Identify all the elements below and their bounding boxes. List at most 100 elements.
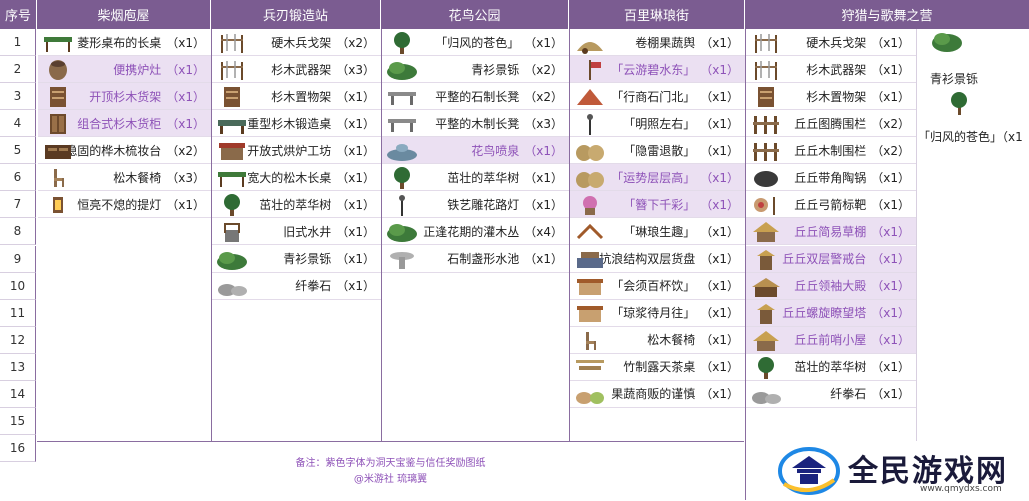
item-name: 花鸟喷泉 xyxy=(471,143,520,158)
row-number: 15 xyxy=(0,407,36,435)
item-cell: 硬木兵戈架 （x1） xyxy=(746,29,916,56)
tree-icon xyxy=(758,356,774,379)
item-quantity: （x1） xyxy=(524,35,563,50)
stove-icon xyxy=(49,60,67,81)
item-quantity: （x1） xyxy=(871,279,910,294)
divider xyxy=(569,29,570,441)
item-name: 恒亮不熄的提灯 xyxy=(77,197,162,212)
logo-url: www.qmydxs.com xyxy=(920,484,1002,494)
item-cell: 旧式水井 （x1） xyxy=(212,218,381,246)
item-quantity: （x1） xyxy=(700,306,739,321)
item-quantity: （x1） xyxy=(700,62,739,77)
forge-table-icon xyxy=(218,120,246,135)
row-number: 6 xyxy=(0,164,36,192)
item-name: 「行商石门北」 xyxy=(611,89,696,104)
header-column-1: 柴烟庖屋 xyxy=(37,0,211,29)
weapon-rack-icon xyxy=(221,61,243,81)
item-name: 纤拳石 xyxy=(295,279,332,294)
item-name: 铁艺雕花路灯 xyxy=(447,197,520,212)
item-cell: 丘丘前哨小屋 （x1） xyxy=(746,326,916,354)
bush-icon xyxy=(387,224,417,243)
item-cell: 「会须百杯饮」 （x1） xyxy=(570,273,745,300)
item-quantity: （x1） xyxy=(166,89,205,104)
tea-table-icon xyxy=(576,359,604,370)
weapon-rack-icon xyxy=(221,34,243,53)
item-quantity: （x1） xyxy=(524,143,563,158)
table-icon xyxy=(44,37,72,52)
item-name: 丘丘简易草棚 xyxy=(794,224,867,239)
item-quantity: （x1） xyxy=(166,116,205,131)
row-number: 9 xyxy=(0,245,36,273)
logo-emblem-icon xyxy=(778,447,840,495)
item-quantity: （x1） xyxy=(524,197,563,212)
item-name: 丘丘图腾围栏 xyxy=(794,116,867,131)
item-quantity: （x1） xyxy=(336,170,375,185)
item-cell: 纤拳石 （x1） xyxy=(212,273,381,300)
item-cell: 开放式烘炉工坊 （x1） xyxy=(212,137,381,165)
table-icon xyxy=(218,172,246,188)
item-name: 菱形桌布的长桌 xyxy=(77,35,162,50)
item-quantity: （x1） xyxy=(871,360,910,375)
item-name: 丘丘前哨小屋 xyxy=(794,333,867,348)
item-quantity: （x1） xyxy=(700,252,739,266)
item-quantity: （x1） xyxy=(700,360,739,375)
tree-icon xyxy=(951,92,967,115)
item-quantity: （x1） xyxy=(166,62,205,77)
side-item-label-1: 青衫景铄 xyxy=(930,72,979,86)
lamp-icon xyxy=(587,114,593,136)
site-logo: 全民游戏网 www.qmydxs.com xyxy=(760,442,1029,500)
item-cell: 恒亮不熄的提灯 （x1） xyxy=(38,191,211,219)
stall-icon xyxy=(577,305,603,322)
item-quantity: （x1） xyxy=(871,62,910,77)
lantern-icon xyxy=(53,197,63,214)
cabinet-icon xyxy=(50,114,66,135)
divider xyxy=(211,29,212,441)
item-cell: 青衫景铄 （x2） xyxy=(382,56,569,84)
item-quantity: （x1） xyxy=(336,197,375,212)
flower-icon xyxy=(583,196,597,216)
chair-icon xyxy=(54,169,64,188)
side-item-bush xyxy=(930,30,990,70)
item-quantity: （x2） xyxy=(871,116,910,131)
item-quantity: （x2） xyxy=(524,62,563,77)
bench-icon xyxy=(388,119,416,133)
bush-icon xyxy=(217,251,247,270)
item-cell: 铁艺雕花路灯 （x1） xyxy=(382,191,569,219)
item-cell: 丘丘弓箭标靶 （x1） xyxy=(746,191,916,219)
item-cell: 丘丘简易草棚 （x1） xyxy=(746,218,916,246)
item-cell: 「行商石门北」 （x1） xyxy=(570,83,745,111)
item-cell: 果蔬商贩的谨慎 （x1） xyxy=(570,381,745,408)
item-quantity: （x2） xyxy=(166,143,205,158)
rock-icon xyxy=(752,391,781,404)
basin-icon xyxy=(390,251,414,269)
item-cell: 「簪下千彩」 （x1） xyxy=(570,191,745,219)
fountain-icon xyxy=(387,144,417,162)
item-name: 松木餐椅 xyxy=(113,170,162,185)
item-name: 「簪下千彩」 xyxy=(623,197,696,212)
fence-icon xyxy=(753,143,779,162)
item-cell: 茁壮的萃华树 （x1） xyxy=(382,164,569,192)
fence-icon xyxy=(753,116,779,135)
sack-icon xyxy=(576,172,604,189)
row-number: 3 xyxy=(0,83,36,111)
item-quantity: （x1） xyxy=(871,35,910,50)
item-name: 组合式杉木货柜 xyxy=(77,116,162,131)
weapon-rack-icon xyxy=(755,61,777,81)
divider xyxy=(381,29,382,441)
item-quantity: （x2） xyxy=(524,89,563,104)
stall-icon xyxy=(577,278,603,295)
header-column-2: 兵刃锻造站 xyxy=(211,0,381,29)
weapon-rack-icon xyxy=(755,34,777,53)
item-name: 松木餐椅 xyxy=(647,333,696,348)
item-cell: 「隐雷退散」 （x1） xyxy=(570,137,745,165)
item-name: 「运势层层高」 xyxy=(611,170,696,185)
item-name: 茁壮的萃华树 xyxy=(794,360,867,375)
item-name: 丘丘木制围栏 xyxy=(794,143,867,158)
pole-icon xyxy=(589,60,601,81)
header-column-5: 狩猎与歌舞之营 xyxy=(745,0,1029,29)
item-quantity: （x4） xyxy=(524,224,563,239)
header-column-4: 百里琳琅街 xyxy=(569,0,745,29)
item-name: 茁壮的萃华树 xyxy=(447,170,520,185)
item-name: 重型杉木锻造桌 xyxy=(247,116,332,131)
item-name: 茁壮的萃华树 xyxy=(259,197,332,212)
